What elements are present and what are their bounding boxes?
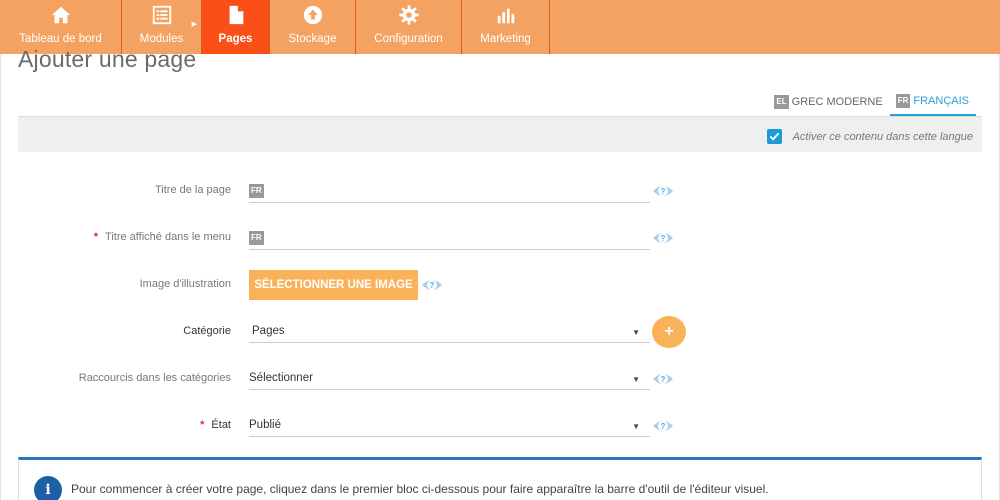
help-eye-icon[interactable]: ? (421, 277, 443, 293)
language-activation-bar: Activer ce contenu dans cette langue (18, 116, 982, 152)
gear-icon (398, 5, 419, 25)
language-code-badge: EL (774, 94, 789, 109)
category-label: Catégorie (183, 325, 231, 337)
tab-language-fr[interactable]: FR FRANÇAIS (889, 87, 976, 116)
image-label: Image d'illustration (139, 278, 231, 290)
nav-item-marketing[interactable]: Marketing (462, 0, 550, 54)
nav-label: Configuration (374, 33, 443, 45)
add-category-button[interactable]: + (652, 316, 686, 348)
nav-label: Marketing (480, 33, 531, 45)
nav-label: Pages (218, 33, 253, 45)
bar-chart-icon (497, 8, 514, 24)
state-label-text: État (211, 419, 231, 431)
help-eye-icon[interactable]: ? (652, 230, 674, 246)
menu-title-label: * Titre affiché dans le menu (94, 231, 231, 243)
required-marker: * (93, 231, 99, 243)
tab-label: GREC MODERNE (791, 95, 883, 108)
nav-item-configuration[interactable]: Configuration (356, 0, 462, 54)
page-title-field[interactable]: FR (249, 180, 650, 203)
shortcuts-select[interactable]: Sélectionner ▼ (249, 367, 650, 390)
page-icon (229, 5, 243, 25)
language-code-badge: FR (249, 184, 264, 198)
nav-label: Modules (139, 33, 184, 45)
menu-title-label-text: Titre affiché dans le menu (105, 231, 231, 243)
svg-text:?: ? (661, 234, 666, 243)
svg-text:?: ? (661, 375, 666, 384)
upload-icon (303, 5, 322, 25)
category-select[interactable]: Pages ▼ (249, 320, 650, 343)
state-select[interactable]: Publié ▼ (249, 414, 650, 437)
nav-item-pages[interactable]: Pages (202, 0, 270, 54)
select-image-button[interactable]: SÉLECTIONNER UNE IMAGE (249, 270, 418, 300)
activate-label: Activer ce contenu dans cette langue (792, 130, 973, 143)
help-eye-icon[interactable]: ? (652, 371, 674, 387)
caret-right-icon: ▶ (191, 21, 197, 28)
language-code-badge: FR (895, 93, 911, 108)
page-title: Ajouter une page (18, 46, 197, 72)
svg-text:?: ? (430, 281, 435, 290)
list-icon (152, 5, 171, 25)
check-icon (769, 132, 779, 141)
info-icon: i (34, 476, 62, 500)
svg-text:?: ? (661, 187, 666, 196)
language-tabs: EL GREC MODERNE FR FRANÇAIS (768, 87, 976, 116)
svg-text:?: ? (661, 422, 666, 431)
info-message: i Pour commencer à créer votre page, cli… (18, 457, 982, 500)
nav-label: Tableau de bord (19, 33, 102, 45)
category-selected-value: Pages (252, 325, 285, 337)
nav-item-storage[interactable]: Stockage (270, 0, 356, 54)
dropdown-arrow-icon: ▼ (632, 422, 640, 431)
home-icon (51, 6, 70, 24)
shortcuts-selected-value: Sélectionner (249, 372, 313, 384)
tab-language-el[interactable]: EL GREC MODERNE (768, 87, 889, 116)
shortcuts-label: Raccourcis dans les catégories (78, 372, 231, 384)
state-label: * État (200, 419, 231, 431)
tab-label: FRANÇAIS (913, 94, 969, 107)
nav-label: Stockage (288, 33, 337, 45)
help-eye-icon[interactable]: ? (652, 183, 674, 199)
activate-language-toggle[interactable]: Activer ce contenu dans cette langue (766, 129, 973, 144)
activate-checkbox[interactable] (766, 129, 782, 144)
info-text: Pour commencer à créer votre page, cliqu… (71, 482, 769, 496)
language-code-badge: FR (249, 231, 264, 245)
menu-title-field[interactable]: FR (249, 227, 650, 250)
required-marker: * (200, 419, 205, 431)
dropdown-arrow-icon: ▼ (632, 328, 640, 337)
dropdown-arrow-icon: ▼ (632, 375, 640, 384)
page-title-label: Titre de la page (154, 184, 231, 196)
help-eye-icon[interactable]: ? (652, 418, 674, 434)
state-selected-value: Publié (249, 419, 281, 431)
